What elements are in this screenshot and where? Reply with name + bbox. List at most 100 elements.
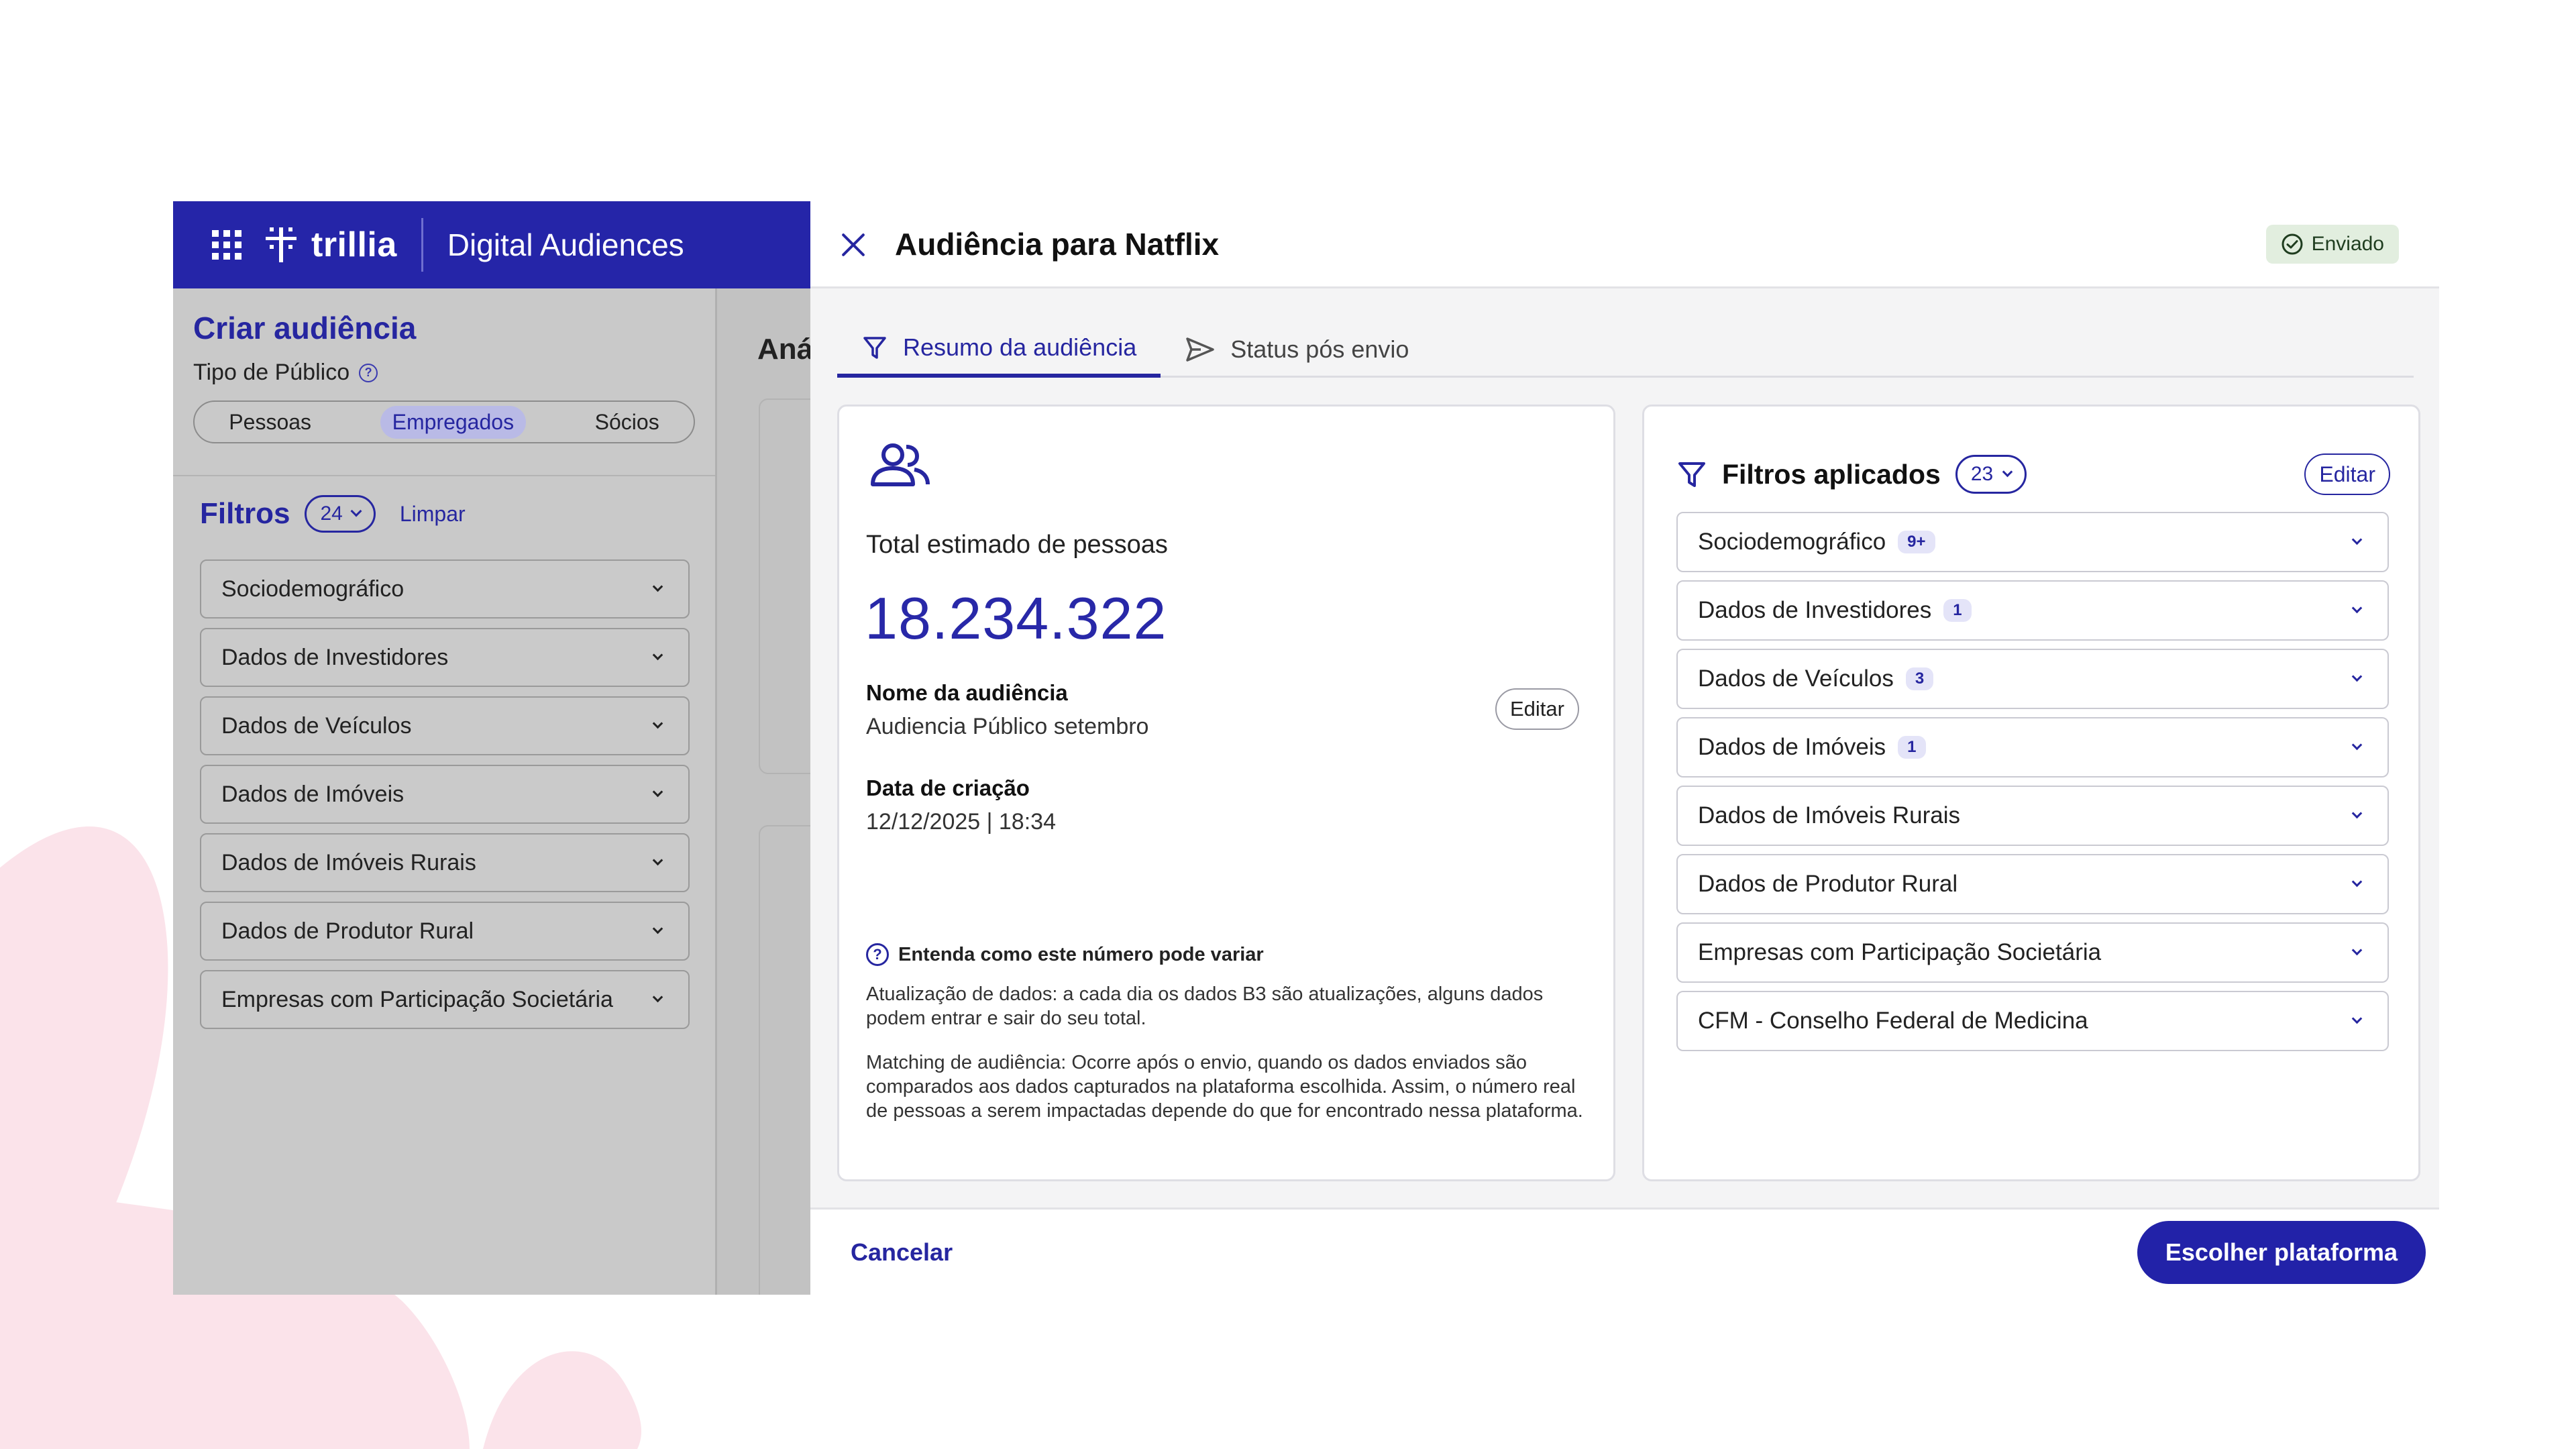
chevron-down-icon [2002, 466, 2013, 477]
sidebar-filter-label: Dados de Produtor Rural [221, 918, 474, 944]
sidebar-filter-label: Empresas com Participação Societária [221, 986, 613, 1012]
audience-name-label: Nome da audiência [866, 680, 1068, 705]
segment-socios[interactable]: Sócios [595, 410, 659, 435]
filters-count-dropdown[interactable]: 24 [305, 495, 376, 533]
sidebar-title: Criar audiência [193, 311, 417, 345]
filter-item-imoveis[interactable]: Dados de Imóveis 1 [1676, 717, 2389, 777]
sidebar-filters-header: Filtros 24 Limpar [173, 476, 715, 533]
help-icon[interactable]: ? [359, 363, 378, 382]
sidebar-filter-sociodemografico[interactable]: Sociodemográfico [200, 559, 690, 619]
applied-filters-count-dropdown[interactable]: 23 [1955, 455, 2027, 494]
audience-name-value: Audiencia Público setembro [866, 714, 1149, 739]
chevron-down-icon [2351, 1013, 2363, 1024]
info-data-update-text: Atualização de dados: a cada dia os dado… [866, 983, 1544, 1029]
sidebar-header: Criar audiência Tipo de Público ? Pessoa… [173, 288, 715, 476]
edit-audience-name-button[interactable]: Editar [1495, 688, 1579, 730]
top-bar: trillia Digital Audiences [173, 201, 810, 288]
applied-filters-list: Sociodemográfico 9+ Dados de Investidore… [1676, 512, 2389, 1059]
filter-icon [1678, 462, 1705, 487]
cancel-button[interactable]: Cancelar [851, 1238, 953, 1267]
sidebar-filter-label: Dados de Imóveis [221, 781, 405, 807]
header-divider [421, 218, 423, 272]
audience-summary-card: Total estimado de pessoas 18.234.322 Nom… [837, 405, 1615, 1181]
creation-date-value: 12/12/2025 | 18:34 [866, 809, 1056, 835]
tab-status-pos-envio[interactable]: Status pós envio [1161, 321, 1433, 378]
status-badge: Enviado [2265, 224, 2399, 264]
filter-item-label: Dados de Investidores [1698, 597, 1932, 623]
edit-filters-button[interactable]: Editar [2304, 453, 2390, 495]
trillia-logo[interactable]: trillia [266, 225, 397, 265]
chevron-down-icon [2351, 876, 2363, 887]
filter-item-label: Dados de Imóveis [1698, 734, 1886, 760]
filter-icon [863, 336, 886, 359]
filter-count-badge: 1 [1898, 736, 1926, 759]
chevron-down-icon [2351, 808, 2363, 818]
segment-pessoas[interactable]: Pessoas [229, 410, 311, 435]
sidebar-filter-veiculos[interactable]: Dados de Veículos [200, 696, 690, 755]
audience-type-label: Tipo de Público ? [193, 360, 695, 386]
audience-type-text: Tipo de Público [193, 360, 350, 385]
info-matching-text: Matching de audiência: Ocorre após o env… [866, 1052, 1583, 1122]
close-icon[interactable] [839, 229, 868, 259]
filter-item-label: Empresas com Participação Societária [1698, 939, 2102, 965]
choose-platform-button[interactable]: Escolher plataforma [2137, 1220, 2426, 1284]
chevron-down-icon [2351, 739, 2363, 750]
app-window: trillia Digital Audiences Criar audiênci… [173, 201, 2439, 1295]
chevron-down-icon [2351, 534, 2363, 545]
filter-item-label: Dados de Produtor Rural [1698, 871, 1958, 897]
sidebar-filter-produtor-rural[interactable]: Dados de Produtor Rural [200, 902, 690, 961]
filter-item-investidores[interactable]: Dados de Investidores 1 [1676, 580, 2389, 641]
trillia-logo-icon [266, 227, 297, 262]
info-heading: ? Entenda como este número pode variar [866, 943, 1264, 966]
chevron-down-icon [652, 581, 663, 592]
filter-item-cfm[interactable]: CFM - Conselho Federal de Medicina [1676, 991, 2389, 1051]
filters-title: Filtros [200, 497, 290, 530]
total-estimated-label: Total estimado de pessoas [866, 531, 1168, 559]
sidebar-filter-imoveis-rurais[interactable]: Dados de Imóveis Rurais [200, 833, 690, 892]
drawer-tabs: Resumo da audiência Status pós envio [837, 321, 2414, 378]
chevron-down-icon [652, 923, 663, 934]
filters-count: 24 [320, 502, 343, 525]
analysis-title: Aná [757, 333, 810, 366]
sidebar-filter-label: Dados de Imóveis Rurais [221, 849, 476, 875]
status-text: Enviado [2311, 232, 2384, 255]
sidebar-filter-label: Dados de Veículos [221, 712, 412, 739]
applied-filters-count: 23 [1970, 463, 1994, 485]
total-estimated-value: 18.234.322 [865, 585, 1167, 651]
drawer-footer: Cancelar Escolher plataforma [810, 1208, 2439, 1295]
audience-type-segmented-control: Pessoas Empregados Sócios [193, 400, 695, 443]
sidebar-filter-participacao-societaria[interactable]: Empresas com Participação Societária [200, 970, 690, 1029]
applied-filters-card: Filtros aplicados 23 Editar Sociodemográ… [1642, 405, 2420, 1181]
tab-label: Status pós envio [1230, 335, 1409, 363]
send-icon [1186, 337, 1214, 362]
filter-item-label: Dados de Veículos [1698, 665, 1894, 692]
filter-item-veiculos[interactable]: Dados de Veículos 3 [1676, 649, 2389, 709]
filter-item-imoveis-rurais[interactable]: Dados de Imóveis Rurais [1676, 786, 2389, 846]
analysis-pane: Aná [715, 288, 810, 1295]
sidebar-filter-investidores[interactable]: Dados de Investidores [200, 628, 690, 687]
sidebar-filter-imoveis[interactable]: Dados de Imóveis [200, 765, 690, 824]
filter-item-participacao-societaria[interactable]: Empresas com Participação Societária [1676, 922, 2389, 983]
filter-item-produtor-rural[interactable]: Dados de Produtor Rural [1676, 854, 2389, 914]
people-icon [871, 443, 930, 486]
applied-filters-title: Filtros aplicados [1722, 458, 1941, 490]
filter-count-badge: 9+ [1898, 531, 1935, 553]
filter-count-badge: 3 [1905, 667, 1934, 690]
sidebar-filter-label: Dados de Investidores [221, 644, 449, 670]
apps-grid-icon[interactable] [212, 230, 241, 260]
tab-label: Resumo da audiência [903, 333, 1137, 361]
check-circle-icon [2282, 233, 2303, 254]
chevron-down-icon [2351, 602, 2363, 613]
help-circle-icon: ? [866, 943, 889, 966]
sidebar-filter-list: Sociodemográfico Dados de Investidores D… [173, 533, 715, 1029]
logo-text: trillia [311, 225, 397, 264]
clear-filters-link[interactable]: Limpar [400, 502, 466, 527]
screen: trillia Digital Audiences Criar audiênci… [0, 0, 2576, 1449]
chevron-down-icon [652, 855, 663, 865]
chevron-down-icon [652, 991, 663, 1002]
tab-resumo-audiencia[interactable]: Resumo da audiência [837, 321, 1161, 378]
segment-empregados[interactable]: Empregados [380, 405, 527, 439]
filter-item-sociodemografico[interactable]: Sociodemográfico 9+ [1676, 512, 2389, 572]
app-title: Digital Audiences [447, 227, 684, 262]
chevron-down-icon [350, 505, 362, 517]
